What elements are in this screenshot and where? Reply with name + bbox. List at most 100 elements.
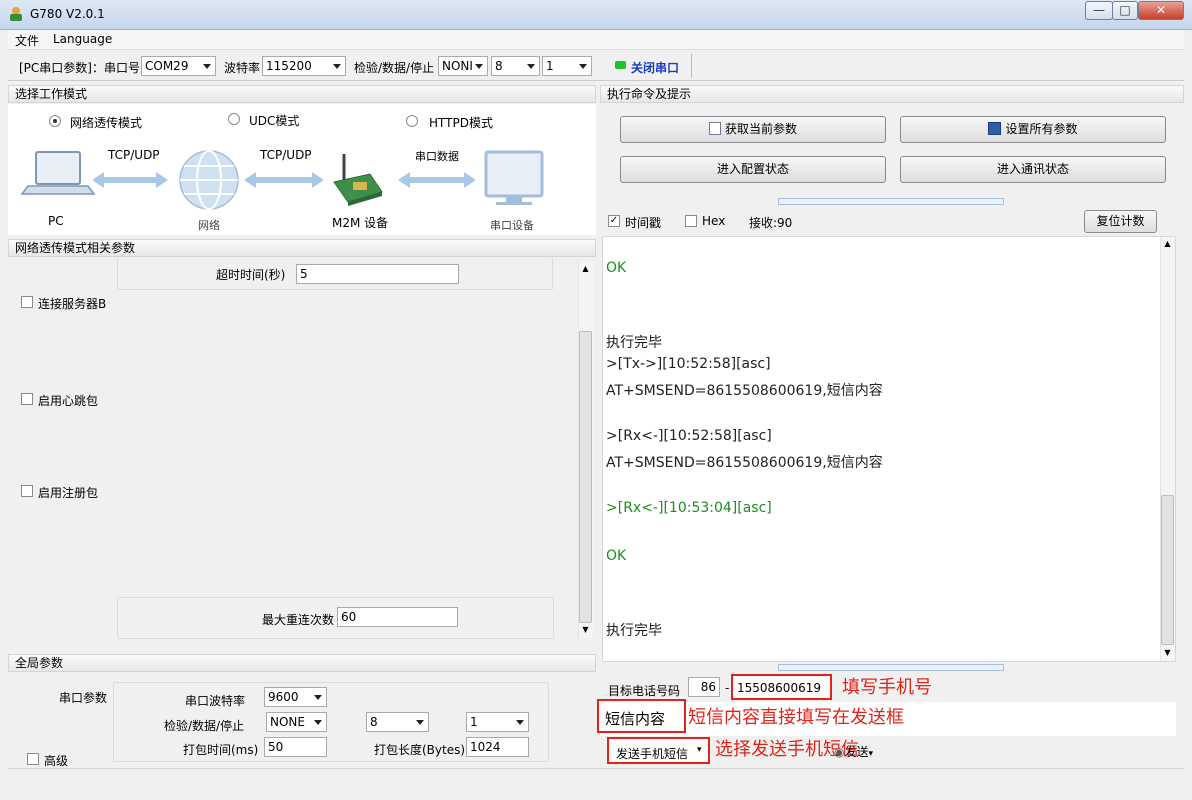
baud-label: 波特率: [224, 61, 261, 75]
diagram-serial-data: 串口数据: [415, 150, 459, 163]
g-baud-value: 9600: [268, 690, 299, 704]
search-doc-icon: [708, 122, 721, 135]
chevron-down-icon: [475, 64, 483, 69]
maximize-button[interactable]: □: [1112, 1, 1138, 20]
chevron-down-icon: ▾: [697, 745, 702, 755]
mode-transparent-label: 网络透传模式: [70, 116, 143, 130]
close-icon: ✕: [1155, 3, 1167, 17]
scroll-up-icon[interactable]: ▲: [1160, 239, 1175, 251]
timestamp-checkbox[interactable]: ✓: [608, 215, 620, 227]
set-params-label: 设置所有参数: [1005, 122, 1078, 136]
parity-select[interactable]: NONI: [438, 56, 488, 76]
radio-transparent[interactable]: [49, 115, 61, 127]
status-bar: [8, 768, 1184, 792]
chevron-down-icon: [527, 64, 535, 69]
connect-b-label: 连接服务器B: [38, 297, 107, 311]
hex-checkbox[interactable]: [685, 215, 697, 227]
params-scroll-thumb[interactable]: [579, 331, 592, 623]
serial-port-label: [PC串口参数]：串口号: [19, 61, 140, 75]
g-databits-select[interactable]: 8: [366, 712, 429, 732]
reconnect-input[interactable]: 60: [337, 607, 458, 627]
timeout-label: 超时时间(秒): [216, 268, 286, 282]
get-params-label: 获取当前参数: [724, 122, 797, 136]
scroll-up-icon[interactable]: ▲: [578, 264, 593, 278]
close-port-button[interactable]: 关闭串口: [631, 59, 679, 76]
radio-httpd[interactable]: [406, 115, 418, 127]
window-title: G780 V2.0.1: [30, 7, 105, 21]
globe-icon: [179, 150, 239, 210]
diagram-tcp2: TCP/UDP: [260, 148, 312, 162]
log-line: 执行完毕: [606, 623, 662, 639]
send-button[interactable]: ◉发送▾: [834, 743, 890, 761]
port-select[interactable]: COM29: [141, 56, 216, 76]
scroll-down-icon[interactable]: ▼: [578, 625, 593, 637]
country-code-input[interactable]: 86: [688, 677, 720, 697]
menu-language[interactable]: Language: [53, 32, 112, 46]
g-stopbits-select[interactable]: 1: [466, 712, 529, 732]
hex-label: Hex: [702, 214, 726, 228]
port-value: COM29: [145, 59, 189, 73]
chevron-down-icon: [516, 720, 524, 725]
mode-udc-label: UDC模式: [249, 114, 300, 128]
sms-content-input[interactable]: 短信内容: [597, 699, 686, 733]
note-content: 短信内容直接填写在发送框: [688, 707, 904, 728]
chevron-down-icon: [203, 64, 211, 69]
get-params-button[interactable]: 获取当前参数: [620, 116, 886, 143]
arrow-icon: [398, 172, 476, 188]
log-scroll-thumb[interactable]: [1161, 495, 1174, 645]
minimize-icon: —: [1093, 3, 1105, 17]
register-label: 启用注册包: [38, 486, 99, 500]
scroll-down-icon[interactable]: ▼: [1160, 648, 1175, 660]
sms-content-value: 短信内容: [605, 710, 666, 728]
g-baud-select[interactable]: 9600: [264, 687, 327, 707]
close-button[interactable]: ✕: [1138, 1, 1184, 20]
app-icon: [8, 6, 24, 22]
connect-b-checkbox[interactable]: [21, 296, 33, 308]
set-params-button[interactable]: 设置所有参数: [900, 116, 1166, 143]
menu-file[interactable]: 文件: [15, 32, 39, 49]
heartbeat-checkbox[interactable]: [21, 393, 33, 405]
reset-count-button[interactable]: 复位计数: [1084, 210, 1157, 233]
log-area[interactable]: [602, 236, 1176, 662]
databits-value: 8: [495, 59, 503, 73]
chevron-down-icon: [314, 695, 322, 700]
splitter-top[interactable]: [778, 198, 1004, 205]
save-icon: [988, 122, 1002, 135]
minimize-button[interactable]: —: [1085, 1, 1113, 20]
log-line: >[Rx<-][10:53:04][asc]: [606, 500, 772, 516]
log-line: AT+SMSEND=8615508600619,短信内容: [606, 383, 883, 399]
phone-label: 目标电话号码: [608, 684, 681, 698]
phone-value: 15508600619: [737, 681, 821, 695]
laptop-icon: [20, 151, 96, 195]
send-label: 发送: [844, 745, 869, 759]
register-checkbox[interactable]: [21, 485, 33, 497]
params-header: 网络透传模式相关参数: [8, 239, 596, 257]
baud-select[interactable]: 115200: [262, 56, 346, 76]
chevron-down-icon: [579, 64, 587, 69]
parity-value: NONI: [442, 59, 473, 73]
pack-time-input[interactable]: 50: [264, 737, 327, 757]
send-icon: ◉: [834, 745, 845, 759]
enter-comm-button[interactable]: 进入通讯状态: [900, 156, 1166, 183]
radio-udc[interactable]: [228, 113, 240, 125]
reconnect-label: 最大重连次数: [262, 613, 335, 627]
title-bar: [0, 0, 1192, 30]
log-line: 执行完毕: [606, 335, 662, 351]
params-panel: [8, 258, 596, 644]
splitter-bottom[interactable]: [778, 664, 1004, 671]
rx-count: 接收:90: [749, 216, 793, 230]
phone-dash: -: [725, 681, 730, 695]
log-line: >[Rx<-][10:52:58][asc]: [606, 428, 772, 444]
advanced-checkbox[interactable]: [27, 753, 39, 765]
g-parity-label: 检验/数据/停止: [164, 719, 245, 733]
g-parity-select[interactable]: NONE: [266, 712, 327, 732]
log-line: OK: [606, 548, 627, 564]
pack-len-input[interactable]: 1024: [466, 737, 529, 757]
timeout-input[interactable]: 5: [296, 264, 459, 284]
command-header: 执行命令及提示: [600, 85, 1184, 103]
phone-input[interactable]: 15508600619: [731, 674, 832, 700]
enter-config-button[interactable]: 进入配置状态: [620, 156, 886, 183]
send-mode-select[interactable]: 发送手机短信 ▾: [607, 737, 710, 764]
stopbits-select[interactable]: 1: [542, 56, 592, 76]
databits-select[interactable]: 8: [491, 56, 540, 76]
